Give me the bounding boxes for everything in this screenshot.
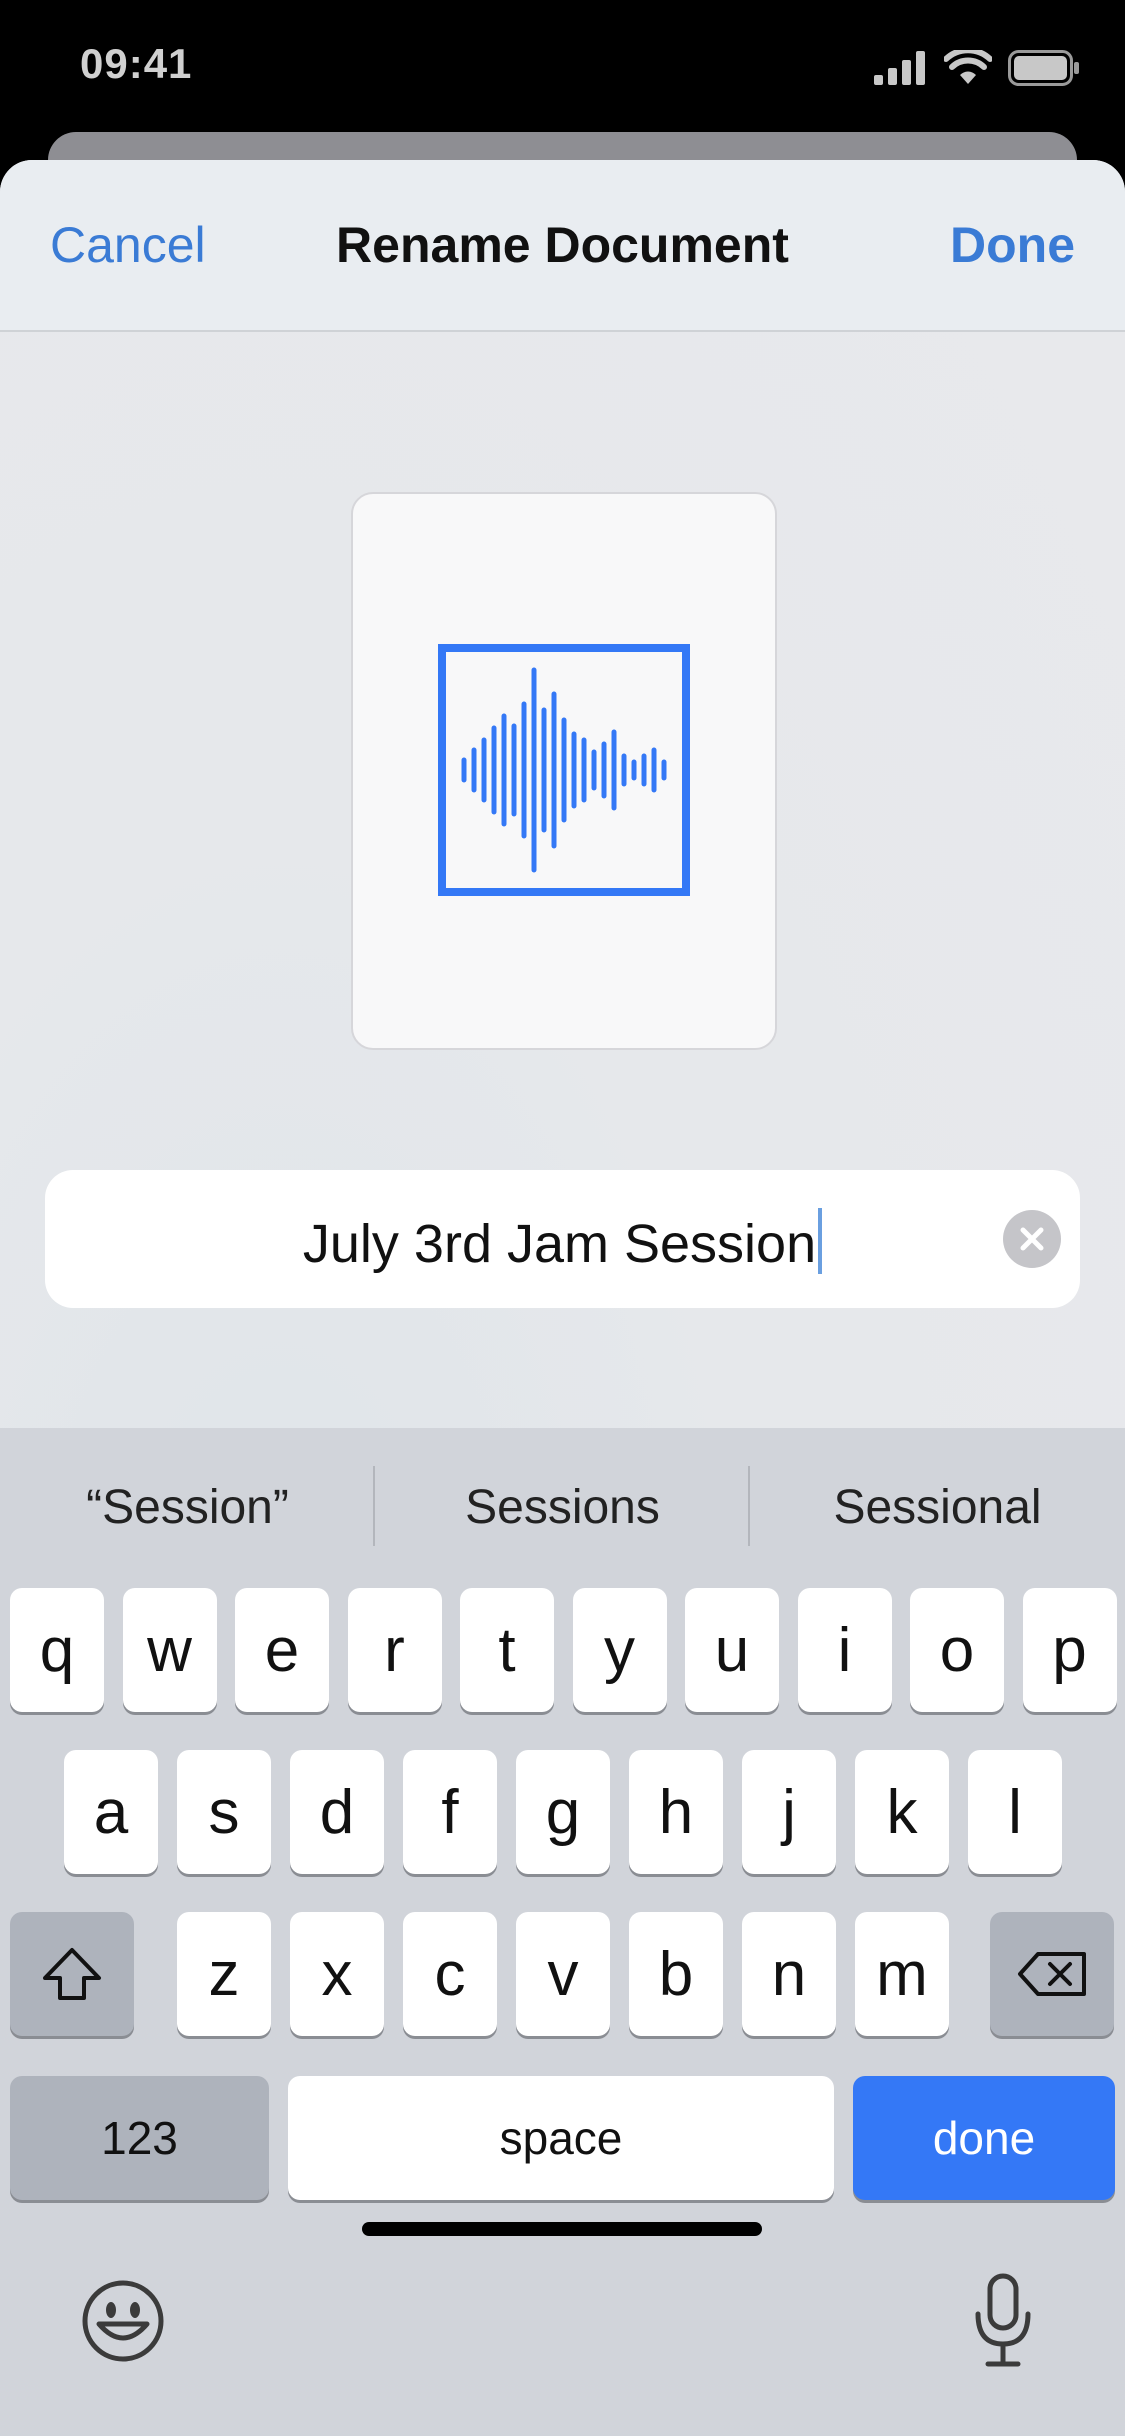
key-w[interactable]: w	[122, 1588, 217, 1712]
keyboard-done-key[interactable]: done	[853, 2076, 1115, 2200]
status-icons	[874, 48, 1080, 88]
cancel-button[interactable]: Cancel	[50, 216, 206, 274]
key-p[interactable]: p	[1022, 1588, 1117, 1712]
key-u[interactable]: u	[685, 1588, 779, 1712]
key-c[interactable]: c	[403, 1912, 497, 2036]
key-r[interactable]: r	[347, 1588, 442, 1712]
key-s[interactable]: s	[177, 1750, 271, 1874]
key-b[interactable]: b	[629, 1912, 723, 2036]
close-icon	[1020, 1227, 1044, 1251]
key-m[interactable]: m	[855, 1912, 949, 2036]
space-key[interactable]: space	[288, 2076, 834, 2200]
key-o[interactable]: o	[910, 1588, 1004, 1712]
battery-icon	[1008, 50, 1079, 86]
waveform-icon	[438, 644, 690, 896]
clear-text-button[interactable]	[1003, 1210, 1061, 1268]
emoji-icon[interactable]	[80, 2278, 166, 2364]
navigation-bar: Rename Document Cancel Done	[0, 160, 1125, 332]
shift-key[interactable]	[10, 1912, 134, 2036]
shift-arrow-icon	[43, 1948, 101, 2000]
text-caret	[818, 1208, 823, 1274]
key-y[interactable]: y	[572, 1588, 667, 1712]
document-name-field[interactable]: July 3rd Jam Session	[45, 1170, 1080, 1308]
key-f[interactable]: f	[403, 1750, 497, 1874]
key-l[interactable]: l	[968, 1750, 1062, 1874]
microphone-icon[interactable]	[968, 2270, 1038, 2370]
backspace-key[interactable]	[990, 1912, 1114, 2036]
delete-icon	[1018, 1952, 1086, 1996]
suggestion-2[interactable]: Sessions	[375, 1468, 750, 1548]
key-x[interactable]: x	[290, 1912, 384, 2036]
cellular-signal-icon	[874, 51, 925, 85]
document-name-input[interactable]: July 3rd Jam Session	[45, 1208, 1080, 1275]
suggestion-3[interactable]: Sessional	[750, 1468, 1125, 1548]
done-button[interactable]: Done	[950, 216, 1075, 274]
key-v[interactable]: v	[516, 1912, 610, 2036]
keyboard: “Session” Sessions Sessional qwertyuiop …	[0, 1428, 1125, 2436]
document-thumbnail	[351, 492, 777, 1050]
key-g[interactable]: g	[516, 1750, 610, 1874]
status-time: 09:41	[80, 40, 193, 87]
key-e[interactable]: e	[235, 1588, 329, 1712]
key-h[interactable]: h	[629, 1750, 723, 1874]
suggestion-1[interactable]: “Session”	[0, 1468, 375, 1548]
document-name-text: July 3rd Jam Session	[302, 1214, 817, 1274]
key-a[interactable]: a	[64, 1750, 158, 1874]
key-t[interactable]: t	[460, 1588, 554, 1712]
key-k[interactable]: k	[855, 1750, 949, 1874]
key-z[interactable]: z	[177, 1912, 271, 2036]
key-n[interactable]: n	[742, 1912, 836, 2036]
key-i[interactable]: i	[797, 1588, 892, 1712]
numbers-key[interactable]: 123	[10, 2076, 269, 2200]
key-j[interactable]: j	[742, 1750, 836, 1874]
wifi-icon	[944, 50, 992, 84]
key-q[interactable]: q	[10, 1588, 104, 1712]
key-d[interactable]: d	[290, 1750, 384, 1874]
home-indicator	[362, 2222, 762, 2236]
